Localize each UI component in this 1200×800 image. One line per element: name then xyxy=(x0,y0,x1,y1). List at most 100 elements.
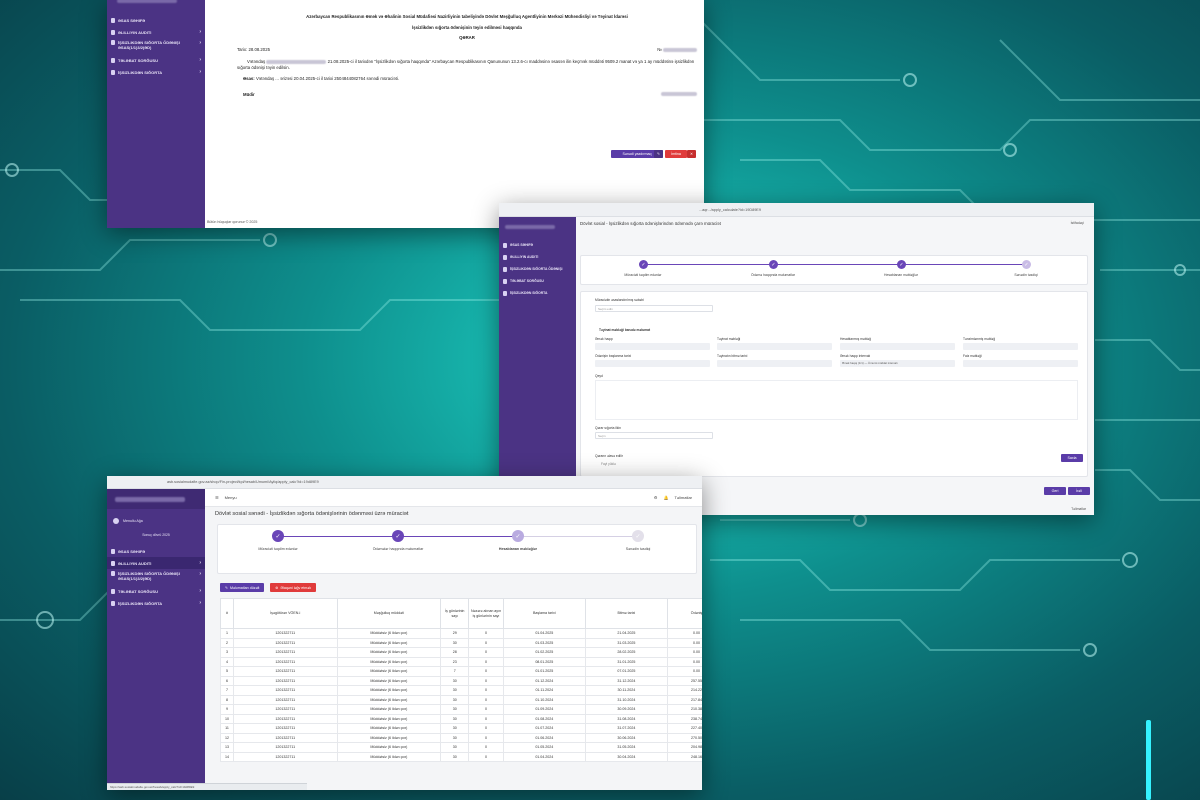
cancel-button[interactable]: İmtina xyxy=(665,150,687,158)
sidebar-item-unemployment-payment[interactable]: İşsizlikdən sığorta ödənişi əsas(1/1)3/2(… xyxy=(107,569,205,585)
table-cell: 01.09.2024 xyxy=(502,704,586,715)
settings-icon[interactable]: ⚙ xyxy=(654,495,658,500)
table-row[interactable]: 13 1201322711 Müddətsiz (6 ildən çox) 30 0 01… xyxy=(220,742,702,753)
sidebar-item-disability-audit[interactable]: Əlilliyin auditi › xyxy=(107,26,205,38)
table-row[interactable]: 10 1201322711 Müddətsiz (6 ildən çox) 30 0 01… xyxy=(220,713,702,724)
start-date-field[interactable] xyxy=(595,360,710,367)
table-cell: Müddətsiz (6 ildən çox) xyxy=(336,666,442,677)
table-cell: 6 xyxy=(220,675,234,686)
table-cell: 31.12.2024 xyxy=(584,675,668,686)
column-header[interactable]: Başlama tarixi xyxy=(502,598,586,629)
table-cell: 270.50 xyxy=(666,732,702,743)
browser-address-bar[interactable]: ...aqr.../apply_calculate?id=19D89E9 xyxy=(499,203,1094,217)
table-row[interactable]: 7 1201322711 Müddətsiz (6 ildən çox) 30 0 01.… xyxy=(220,685,702,696)
table-cell: 7 xyxy=(220,685,234,696)
sidebar-item-disability-audit[interactable]: Əlilliyin auditi › xyxy=(107,557,205,569)
reason-select[interactable]: Seçim edin xyxy=(595,305,713,312)
step-1-label[interactable]: Müraciəti təqdim edənlər xyxy=(624,273,661,277)
table-cell: 01.04.2024 xyxy=(502,751,586,762)
table-row[interactable]: 3 1201322711 Müddətsiz (6 ildən çox) 28 0 01.… xyxy=(220,647,702,658)
table-cell: 1201322711 xyxy=(232,647,338,658)
adjusted-amount-field[interactable] xyxy=(963,343,1078,350)
calculated-amount-field[interactable] xyxy=(840,343,955,350)
doc-body: Vətəndaş 21.08.2025-ci il tarixdən "İşsi… xyxy=(237,58,695,71)
table-row[interactable]: 4 1201322711 Müddətsiz (6 ildən çox) 23 0 08.… xyxy=(220,656,702,667)
edit-data-button[interactable]: ✎ Məlumatları düzəlt xyxy=(220,583,265,592)
table-row[interactable]: 5 1201322711 Müddətsiz (6 ildən çox) 7 0 01.0… xyxy=(220,666,702,677)
note-textarea[interactable] xyxy=(595,380,1078,420)
table-cell: 5 xyxy=(220,666,234,677)
column-header[interactable]: Məşğulluq müddəti xyxy=(336,598,442,629)
sidebar-item-demand-survey[interactable]: Tələbat sorğusu › xyxy=(107,585,205,597)
column-header[interactable]: # xyxy=(220,598,234,629)
step-2-label[interactable]: Ödəmələr haqqında məlumatlar xyxy=(373,547,424,551)
sidebar-item-unemployment-insurance[interactable]: İşsizlikdən sığorta xyxy=(499,287,576,299)
percent-amount-field[interactable] xyxy=(963,360,1078,367)
column-header[interactable]: İşəgötürən VÖEN-i xyxy=(232,598,338,629)
menu-icon[interactable]: ☰ xyxy=(215,495,219,500)
table-row[interactable]: 1 1201322711 Müddətsiz (6 ildən çox) 29 0 01.… xyxy=(220,628,702,639)
step-1-label[interactable]: Müraciəti təqdim edənlər xyxy=(258,547,297,551)
table-cell: 01.05.2024 xyxy=(502,742,586,753)
table-row[interactable]: 2 1201322711 Müddətsiz (6 ildən çox) 30 0 01.… xyxy=(220,637,702,648)
table-cell: 30 xyxy=(440,742,470,753)
table-row[interactable]: 11 1201322711 Müddətsiz (6 ildən çox) 30 0 01… xyxy=(220,723,702,734)
step-2-label[interactable]: Ödəmə haqqında məlumatlar xyxy=(751,273,795,277)
file-upload[interactable]: Fayl yüklə xyxy=(601,462,616,466)
salary-field[interactable] xyxy=(595,343,710,350)
help-link[interactable]: Təlimatlar xyxy=(674,495,692,500)
notification-icon[interactable]: 🔔 xyxy=(663,495,668,500)
table-header: # İşəgötürən VÖEN-i Məşğulluq müddəti İş gü… xyxy=(220,598,702,629)
table-cell: 1201322711 xyxy=(232,751,338,762)
close-icon[interactable]: ✕ xyxy=(687,150,696,158)
stepper: ✓ ✓ ✓ ✓ Müraciəti təqdim edənlər Ödəmələ… xyxy=(217,524,697,574)
sidebar-item-home[interactable]: Əsas səhifə xyxy=(107,545,205,557)
help-link[interactable]: Təlimatlar xyxy=(1071,507,1086,511)
sidebar-item-disability-audit[interactable]: Əlilliyin auditi xyxy=(499,251,576,263)
next-button[interactable]: İrəli xyxy=(1068,487,1090,495)
step-3-check-icon: ✓ xyxy=(897,260,906,269)
step-3-label[interactable]: Hesablanan məbləğlər xyxy=(884,273,918,277)
step-4-label[interactable]: Sənədin təsdiqi xyxy=(1014,273,1037,277)
user-menu[interactable]: İstifadəçi xyxy=(1071,221,1084,225)
assigned-amount-field[interactable] xyxy=(717,343,832,350)
sidebar-item-demand-survey[interactable]: Tələbat sorğusu › xyxy=(107,54,205,66)
file-icon xyxy=(111,600,115,606)
edit-icon[interactable]: ✎ xyxy=(654,150,663,158)
salary-interval-field[interactable]: Əmək haqqı (1/1) — Ümumi müddət interval… xyxy=(840,360,955,367)
table-row[interactable]: 12 1201322711 Müddətsiz (6 ildən çox) 30 0 01… xyxy=(220,732,702,743)
chevron-right-icon: › xyxy=(199,29,201,35)
table-row[interactable]: 6 1201322711 Müddətsiz (6 ildən çox) 30 0 01.… xyxy=(220,675,702,686)
sidebar-item-unemployment-insurance[interactable]: İşsizlikdən sığorta › xyxy=(107,597,205,609)
table-cell: 21.04.2025 xyxy=(584,628,668,639)
table-row[interactable]: 8 1201322711 Müddətsiz (6 ildən çox) 30 0 01.… xyxy=(220,694,702,705)
chevron-right-icon: › xyxy=(199,40,201,46)
doc-basis: Əsas: Vətəndaş ... ərizəsi 20.04.2025-ci… xyxy=(243,75,400,81)
browser-address-bar[interactable]: asb.sosialmudafie.gov.az/shop/Fin-projec… xyxy=(107,476,702,489)
sidebar-item-unemployment-insurance[interactable]: İşsizlikdən sığorta › xyxy=(107,66,205,78)
previous-button[interactable]: Geri xyxy=(1044,487,1066,495)
save-button[interactable]: Saxla xyxy=(1061,454,1083,462)
sidebar-item-home[interactable]: Əsas səhifə xyxy=(107,14,205,26)
column-header[interactable]: Nəzərə alınan ayın iş günlərinin sayı xyxy=(468,598,504,629)
table-cell: 01.02.2025 xyxy=(502,647,586,658)
sidebar-item-home[interactable]: Əsas səhifə xyxy=(499,239,576,251)
sidebar-item-unemployment-payment[interactable]: İşsizlikdən sığorta ödənişi xyxy=(499,263,576,275)
cancel-relation-button[interactable]: ⊗ Əlaqəni ləğv etmək xyxy=(270,583,317,592)
table-row[interactable]: 9 1201322711 Müddətsiz (6 ildən çox) 30 0 01.… xyxy=(220,704,702,715)
status-select[interactable]: Seçin xyxy=(595,432,713,439)
step-4-label[interactable]: Sənədin təsdiqi xyxy=(626,547,651,551)
step-3-label[interactable]: Hesablanan məbləğlər xyxy=(499,547,537,551)
table-cell: Müddətsiz (6 ildən çox) xyxy=(336,647,442,658)
table-row[interactable]: 14 1201322711 Müddətsiz (6 ildən çox) 30 0 01… xyxy=(220,751,702,762)
doc-subtitle: İşsizlikdən sığorta ödənişinin təyin edi… xyxy=(412,25,522,31)
delete-icon: ⊗ xyxy=(275,585,279,590)
table-cell: 31.05.2024 xyxy=(584,742,668,753)
sidebar-item-demand-survey[interactable]: Tələbat sorğusu xyxy=(499,275,576,287)
user-profile[interactable]: Menullu Ağa xyxy=(107,509,205,533)
end-date-field[interactable] xyxy=(717,360,832,367)
sidebar-item-unemployment-payment[interactable]: İşsizlikdən sığorta ödənişi əsas(1/1)3/2(… xyxy=(107,38,205,54)
column-header[interactable]: Ödəniş xyxy=(666,598,702,629)
column-header[interactable]: Bitmə tarixi xyxy=(584,598,668,629)
column-header[interactable]: İş günlərinin sayı xyxy=(440,598,470,629)
